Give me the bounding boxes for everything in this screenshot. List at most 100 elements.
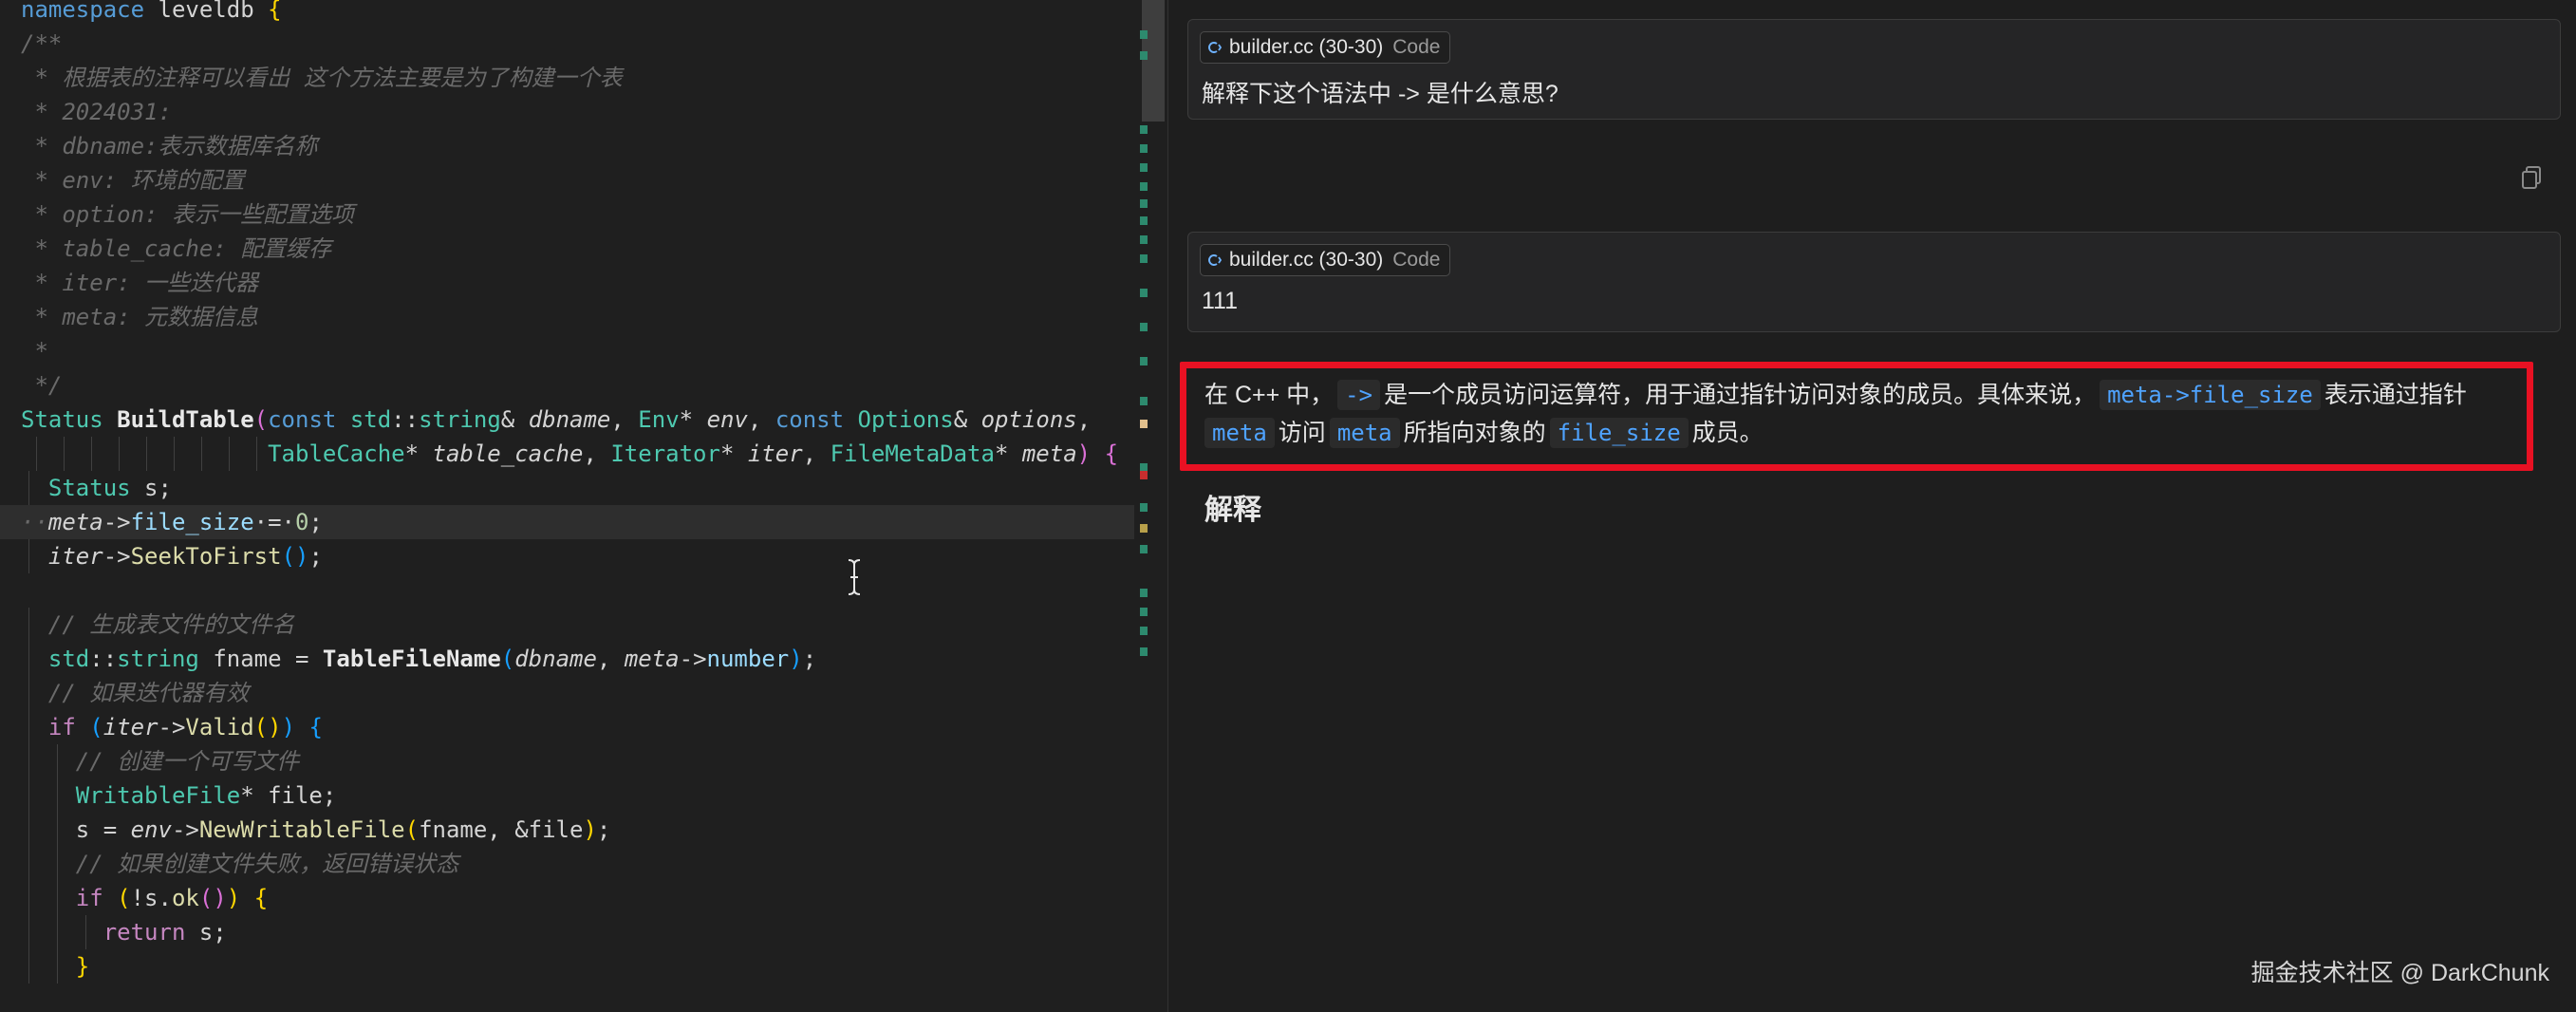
code-token: )	[1076, 440, 1105, 467]
indent-guide	[174, 437, 175, 471]
code-token: Status	[47, 475, 131, 501]
code-editor[interactable]: namespace leveldb { /** * 根据表的注释可以看出 这个方法…	[0, 0, 1167, 1012]
code-token: ;	[802, 646, 817, 672]
indent-guide	[28, 813, 29, 847]
code-reference-icon	[1208, 254, 1223, 266]
code-line[interactable]: Status s;	[0, 471, 1134, 505]
code-line[interactable]: return s;	[0, 915, 1134, 949]
answer-text-segment: 在 C++ 中，	[1204, 382, 1335, 408]
code-token: s;	[130, 475, 172, 501]
code-token: ,	[747, 406, 775, 433]
overview-ruler-marker	[1140, 125, 1148, 134]
code-token: // 生成表文件的文件名	[47, 611, 295, 638]
code-token: {	[1104, 440, 1119, 467]
code-line[interactable]	[0, 984, 1134, 1012]
code-token: Env	[638, 406, 680, 433]
indent-guide	[57, 915, 58, 949]
code-line[interactable]: * table_cache: 配置缓存	[0, 232, 1134, 266]
code-token: env	[706, 406, 748, 433]
overview-ruler-marker	[1140, 30, 1148, 39]
code-token: *	[994, 440, 1022, 467]
code-token: fname =	[198, 646, 323, 672]
code-line[interactable]: * option: 表示一些配置选项	[0, 197, 1134, 232]
inline-code: meta->file_size	[2100, 380, 2321, 410]
code-line[interactable]: */	[0, 368, 1134, 403]
code-token: leveldb	[144, 0, 269, 23]
code-token: std	[47, 646, 90, 672]
code-token: (	[404, 816, 420, 843]
code-line[interactable]: s = env->NewWritableFile(fname, &file);	[0, 813, 1134, 847]
code-line[interactable]: WritableFile* file;	[0, 778, 1134, 813]
code-token: const	[775, 406, 845, 433]
code-token: /**	[21, 30, 63, 57]
assistant-answer-text: 在 C++ 中， -> 是一个成员访问运算符，用于通过指针访问对象的成员。具体来说，…	[1204, 376, 2533, 452]
code-line[interactable]: * env: 环境的配置	[0, 163, 1134, 197]
overview-ruler-marker	[1140, 289, 1148, 297]
code-token: * env: 环境的配置	[21, 167, 245, 194]
code-token: ->	[158, 714, 186, 740]
code-line[interactable]: std::string fname = TableFileName(dbname…	[0, 642, 1134, 676]
code-token: table_cache	[432, 440, 584, 467]
code-lines[interactable]: namespace leveldb { /** * 根据表的注释可以看出 这个方法…	[0, 0, 1134, 1012]
code-token: ()	[253, 714, 282, 740]
inline-code: meta	[1329, 418, 1400, 448]
code-line[interactable]: // 生成表文件的文件名	[0, 608, 1134, 642]
code-token: number	[706, 646, 790, 672]
code-line[interactable]: *	[0, 334, 1134, 368]
code-line[interactable]: // 如果迭代器有效	[0, 676, 1134, 710]
code-token: meta	[1021, 440, 1077, 467]
code-token: ,	[596, 646, 625, 672]
code-reference-chip[interactable]: builder.cc (30-30) Code	[1200, 244, 1451, 276]
indent-guide	[91, 437, 92, 471]
code-line[interactable]: TableCache* table_cache, Iterator* iter,…	[0, 437, 1134, 471]
code-token: Valid	[185, 714, 254, 740]
code-token: {	[268, 0, 282, 23]
code-line[interactable]: ··meta->file_size·=·0;	[0, 505, 1134, 539]
code-line[interactable]: * iter: 一些迭代器	[0, 266, 1134, 300]
code-line[interactable]: iter->SeekToFirst();	[0, 539, 1134, 573]
indent-guide	[36, 437, 37, 471]
code-token: BuildTable	[117, 406, 254, 433]
overview-ruler-marker	[1140, 647, 1148, 656]
code-line[interactable]: Status BuildTable(const std::string& dbn…	[0, 403, 1134, 437]
editor-scrollbar-thumb[interactable]	[1142, 0, 1165, 122]
code-token: (	[117, 885, 131, 911]
indent-guide	[28, 608, 29, 642]
user-message-2[interactable]: builder.cc (30-30) Code 111	[1187, 232, 2561, 332]
code-line[interactable]: namespace leveldb {	[0, 0, 1134, 27]
code-token: )	[583, 816, 597, 843]
code-token: ->	[679, 646, 707, 672]
inline-code: file_size	[1549, 418, 1689, 448]
code-token: const	[268, 406, 337, 433]
code-line[interactable]	[0, 573, 1134, 608]
indent-guide	[28, 881, 29, 915]
code-line[interactable]: * dbname:表示数据库名称	[0, 129, 1134, 163]
code-line[interactable]: /**	[0, 27, 1134, 61]
overview-ruler-marker	[1140, 163, 1148, 172]
user-message-1[interactable]: builder.cc (30-30) Code 解释下这个语法中 -> 是什么意…	[1187, 19, 2561, 120]
code-line[interactable]: * 根据表的注释可以看出 这个方法主要是为了构建一个表	[0, 61, 1134, 95]
code-line[interactable]: // 如果创建文件失败，返回错误状态	[0, 847, 1134, 881]
copy-icon[interactable]	[2520, 165, 2543, 190]
code-line[interactable]: }	[0, 949, 1134, 984]
code-line[interactable]: * 2024031:	[0, 95, 1134, 129]
indent-guide	[28, 949, 29, 984]
code-line[interactable]: * meta: 元数据信息	[0, 300, 1134, 334]
code-token: return	[103, 919, 186, 946]
overview-ruler-marker	[1140, 471, 1148, 479]
code-line[interactable]: // 创建一个可写文件	[0, 744, 1134, 778]
code-token: * 2024031:	[21, 99, 172, 125]
code-line[interactable]: if (iter->Valid()) {	[0, 710, 1134, 744]
code-token: iter	[103, 714, 159, 740]
code-token: * option: 表示一些配置选项	[21, 201, 354, 228]
code-reference-chip[interactable]: builder.cc (30-30) Code	[1200, 31, 1451, 64]
code-line[interactable]: if (!s.ok()) {	[0, 881, 1134, 915]
code-token: !s.	[130, 885, 172, 911]
indent-guide	[57, 744, 58, 778]
code-token: std	[349, 406, 392, 433]
code-token: namespace	[21, 0, 145, 23]
